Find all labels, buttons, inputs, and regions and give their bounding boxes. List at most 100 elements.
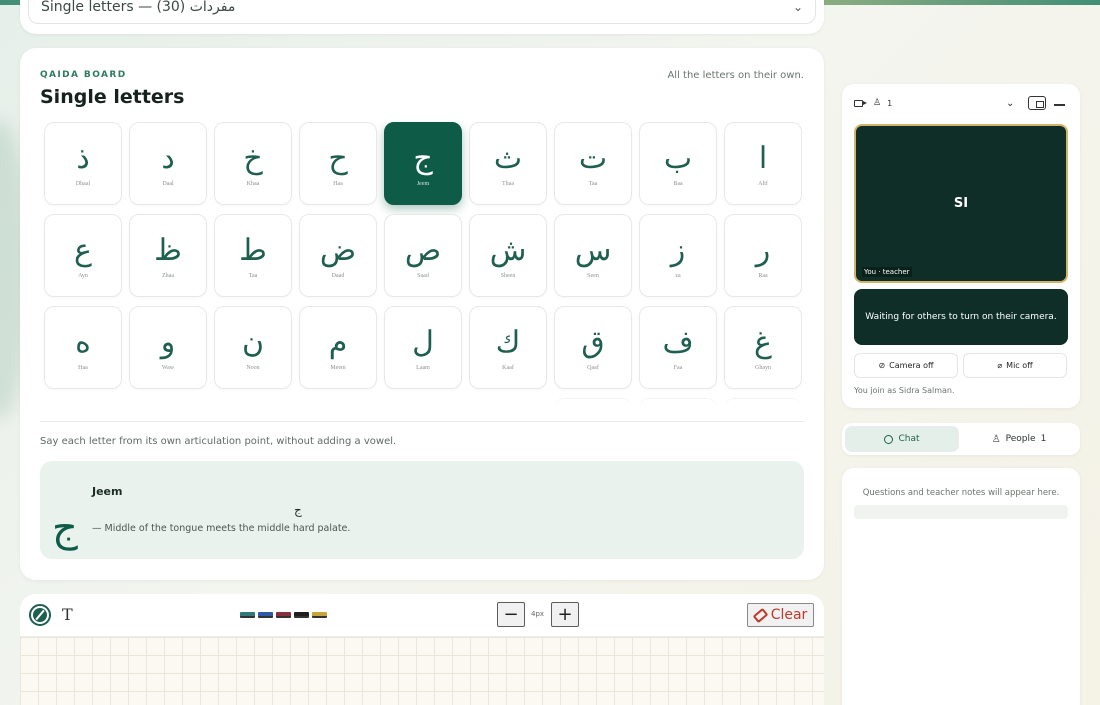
letter-glyph: ق	[581, 324, 605, 360]
letter-glyph: ذ	[76, 140, 90, 176]
letter-name: Raa	[758, 272, 768, 279]
decrease-size-button[interactable]: −	[497, 602, 525, 627]
letter-grid: ا Alif ب Baa ت Taa ث Thaa ج Jeem ح Haa خ Khaa د Daal ذ Dh…	[42, 122, 802, 405]
tab-chat-label: Chat	[898, 434, 920, 444]
letter-grid-scroll[interactable]: ا Alif ب Baa ت Taa ث Thaa ج Jeem ح Haa خ Khaa د Daal ذ Dh…	[42, 122, 802, 405]
mic-off-icon: ⌀	[997, 361, 1003, 370]
letter-tile[interactable]: ش Sheen	[469, 214, 547, 297]
detail-letter-name: Jeem	[92, 485, 123, 498]
letter-name: Haa	[333, 180, 343, 187]
letter-tile[interactable]: ب Baa	[639, 122, 717, 205]
letter-glyph: ظ	[154, 232, 182, 268]
letter-glyph: ض	[319, 232, 357, 268]
side-tabs: Chat ♙ People 1	[842, 423, 1080, 455]
letter-name: Faa	[673, 364, 683, 371]
letter-tile[interactable]: ل Laam	[384, 306, 462, 389]
letter-glyph: م	[328, 324, 348, 360]
waiting-message: Waiting for others to turn on their came…	[854, 289, 1068, 345]
articulation-hint: Say each letter from its own articulatio…	[40, 436, 397, 447]
text-tool-button[interactable]: T	[62, 605, 73, 624]
drawing-board: T − 4px + Clear	[20, 594, 824, 705]
letter-glyph: و	[160, 324, 176, 360]
participant-count: 1	[887, 98, 893, 108]
chat-panel: Questions and teacher notes will appear …	[842, 468, 1080, 705]
letter-tile[interactable]: ط Taa	[214, 214, 292, 297]
tab-people[interactable]: ♙ People 1	[962, 426, 1076, 452]
pen-tool-button[interactable]	[29, 604, 51, 626]
board-title: Single letters	[40, 86, 185, 108]
letter-glyph: ح	[328, 140, 348, 176]
collapse-chevron-icon[interactable]: ⌄	[1006, 98, 1014, 109]
eraser-icon	[752, 607, 769, 623]
color-swatches	[240, 612, 327, 618]
letter-tile[interactable]: و Waw	[129, 306, 207, 389]
letter-tile[interactable]: ا Alif	[724, 122, 802, 205]
letter-glyph: ع	[74, 232, 92, 268]
chat-placeholder-line	[854, 505, 1068, 519]
mic-toggle-button[interactable]: ⌀ Mic off	[963, 353, 1067, 378]
layout-toggle-icon[interactable]	[1028, 96, 1046, 110]
video-panel: ♙ 1 ⌄ SI You · teacher Waiting for other…	[842, 84, 1080, 408]
letter-tile[interactable]: ح Haa	[299, 122, 377, 205]
letter-glyph: ر	[755, 232, 771, 268]
join-note: You join as Sidra Salman.	[854, 386, 955, 395]
color-swatch[interactable]	[258, 612, 273, 618]
letter-name: Seen	[587, 272, 599, 279]
color-swatch[interactable]	[312, 612, 327, 618]
letter-tile[interactable]: ف Faa	[639, 306, 717, 389]
letter-tile[interactable]: ذ Dhaal	[44, 122, 122, 205]
letter-tile[interactable]: ه Haa	[44, 306, 122, 389]
letter-tile[interactable]: ص Saad	[384, 214, 462, 297]
letter-glyph: ل	[412, 324, 434, 360]
letter-tile[interactable]: ع Ayn	[44, 214, 122, 297]
increase-size-button[interactable]: +	[551, 602, 579, 627]
letter-tile[interactable]: ج Jeem	[384, 122, 462, 205]
letter-tile[interactable]: ق Qaaf	[554, 306, 632, 389]
letter-tile[interactable]: خ Khaa	[214, 122, 292, 205]
letter-name: Qaaf	[587, 364, 599, 371]
color-swatch[interactable]	[276, 612, 291, 618]
clear-button[interactable]: Clear	[747, 603, 814, 627]
color-swatch[interactable]	[294, 612, 309, 618]
letter-name: Baa	[673, 180, 683, 187]
letter-name: Laam	[416, 364, 430, 371]
chat-empty-text: Questions and teacher notes will appear …	[862, 488, 1060, 498]
letter-name: Thaa	[502, 180, 514, 187]
letter-name: Zhaa	[162, 272, 174, 279]
stroke-size-value: 4px	[531, 610, 545, 618]
detail-small-glyph: ج	[294, 503, 302, 517]
letter-tile[interactable]: ث Thaa	[469, 122, 547, 205]
letter-tile[interactable]: ز za	[639, 214, 717, 297]
tab-chat[interactable]: Chat	[845, 426, 959, 452]
letter-tile[interactable]: س Seen	[554, 214, 632, 297]
camera-toggle-button[interactable]: ⊘ Camera off	[854, 353, 958, 378]
letter-tile[interactable]: ت Taa	[554, 122, 632, 205]
letter-glyph: ن	[241, 324, 265, 360]
letter-glyph: ص	[404, 232, 442, 268]
letter-glyph: د	[161, 140, 175, 176]
letter-tile[interactable]: ن Noon	[214, 306, 292, 389]
color-swatch[interactable]	[240, 612, 255, 618]
chevron-down-icon: ⌄	[792, 0, 803, 14]
letter-tile[interactable]: ك Kaaf	[469, 306, 547, 389]
minimize-icon[interactable]	[1054, 104, 1065, 106]
letter-name: Khaa	[246, 180, 260, 187]
drawing-canvas[interactable]	[20, 637, 824, 705]
letter-name: za	[675, 272, 681, 279]
grid-fade	[42, 391, 802, 405]
video-tile-label: You · teacher	[862, 267, 912, 277]
letter-glyph: ش	[489, 232, 527, 268]
letter-name: Ayn	[78, 272, 88, 279]
letter-tile[interactable]: د Daal	[129, 122, 207, 205]
letter-tile[interactable]: ظ Zhaa	[129, 214, 207, 297]
people-count: 1	[1040, 434, 1047, 444]
video-header: ♙ 1	[854, 98, 892, 108]
lesson-select[interactable]: Single letters — (30) مفردات ⌄	[28, 0, 816, 24]
board-note: All the letters on their own.	[667, 70, 804, 81]
letter-tile[interactable]: ر Raa	[724, 214, 802, 297]
letter-tile[interactable]: غ Ghayn	[724, 306, 802, 389]
lesson-select-value: Single letters — (30) مفردات	[41, 0, 236, 15]
letter-tile[interactable]: م Meem	[299, 306, 377, 389]
drawing-toolbar: T − 4px + Clear	[20, 594, 824, 637]
letter-tile[interactable]: ض Daad	[299, 214, 377, 297]
